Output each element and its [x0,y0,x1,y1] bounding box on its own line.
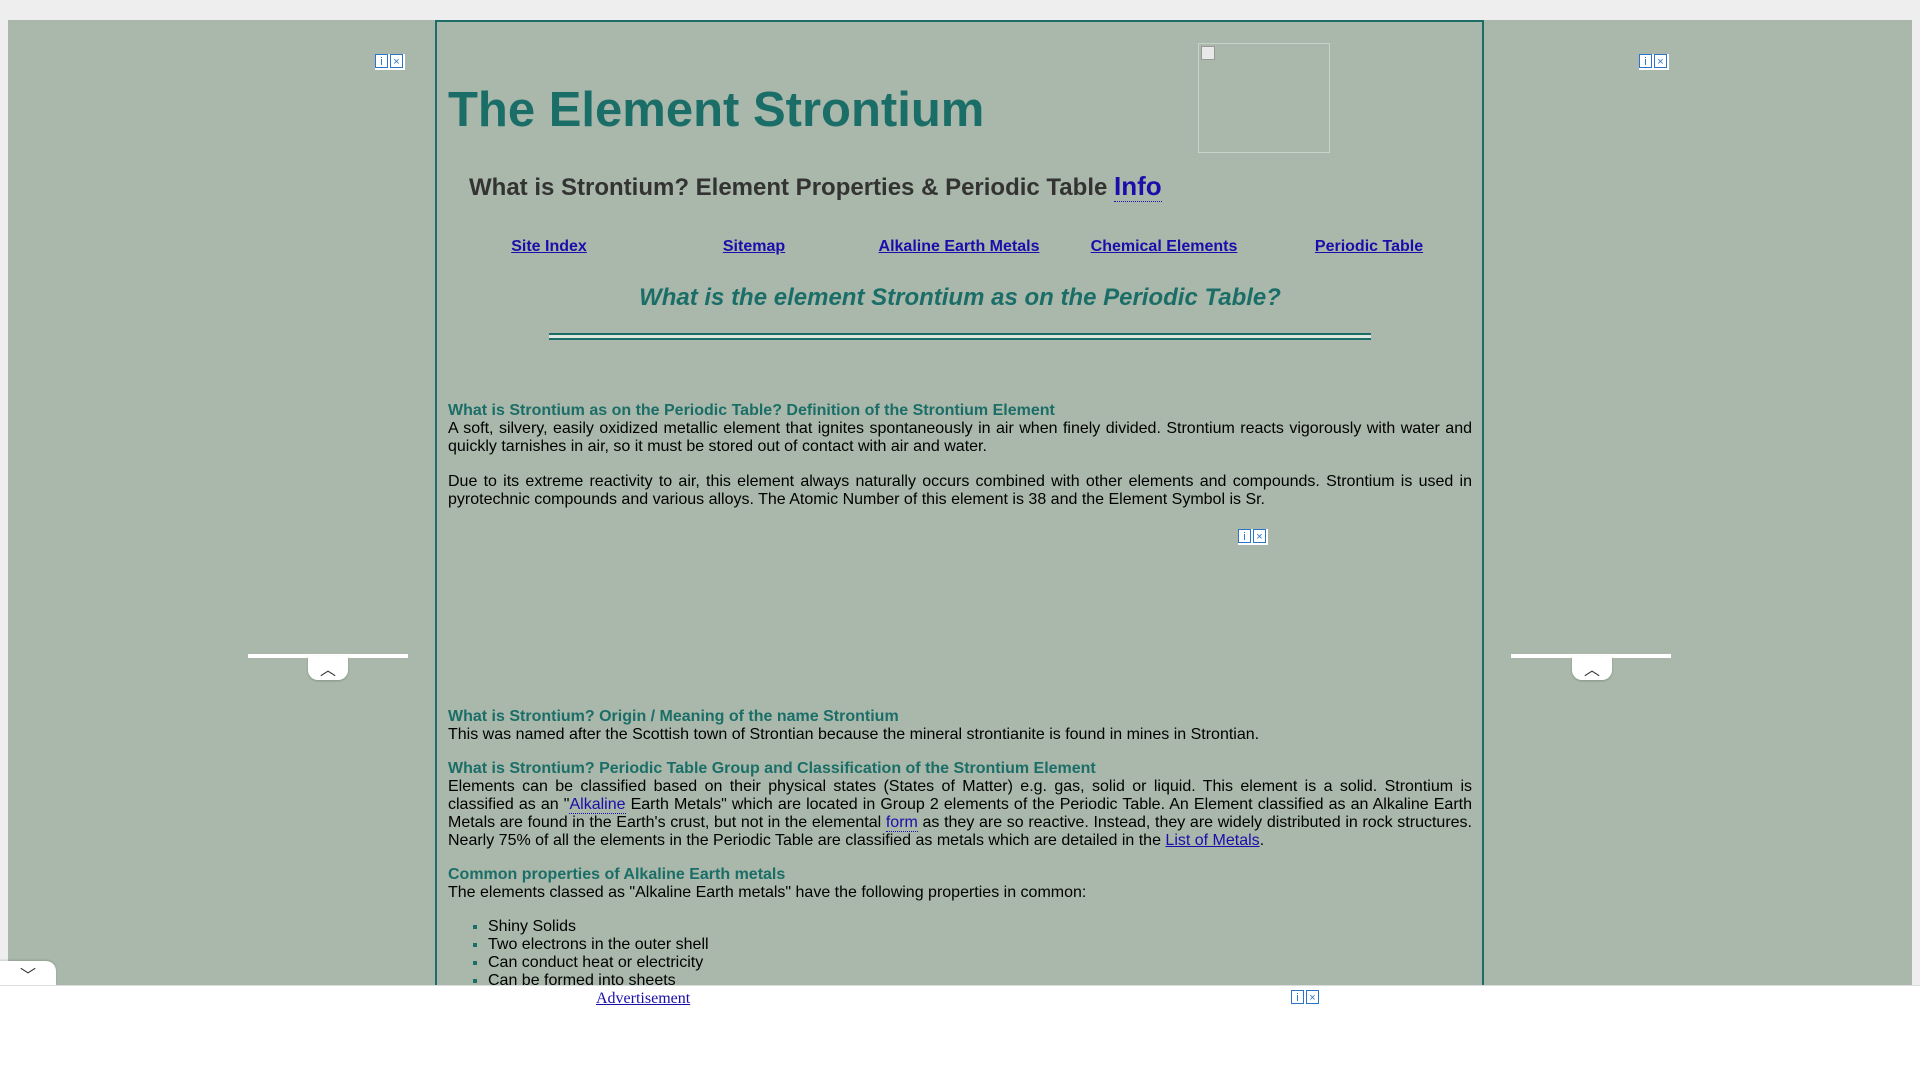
classification-paragraph: Elements can be classified based on thei… [448,778,1472,850]
origin-heading: What is Strontium? Origin / Meaning of t… [448,708,899,725]
chevron-down-icon: ﹀ [19,968,36,985]
chevron-up-icon: ︿ [1583,662,1600,679]
ad-close-icon[interactable]: × [1654,54,1667,68]
form-link[interactable]: form [885,814,918,832]
list-of-metals-link[interactable]: List of Metals [1165,832,1259,849]
list-item: Two electrons in the outer shell [488,936,1472,954]
common-properties-list: Shiny Solids Two electrons in the outer … [448,918,1472,990]
page-title: The Element Strontium [448,83,985,137]
origin-paragraph: This was named after the Scottish town o… [448,726,1260,743]
list-item: Can conduct heat or electricity [488,954,1472,972]
common-properties-section: Common properties of Alkaline Earth meta… [448,866,1472,990]
chevron-up-icon: ︿ [319,662,336,679]
info-link[interactable]: Info [1114,171,1162,202]
section-heading: What is the element Strontium as on the … [639,284,1281,311]
common-properties-intro: The elements classed as "Alkaline Earth … [448,884,1087,901]
advertisement-link[interactable]: Advertisement [596,990,690,1008]
definition-section: What is Strontium as on the Periodic Tab… [448,402,1472,509]
definition-paragraph-2: Due to its extreme reactivity to air, th… [448,473,1472,508]
side-ad-expand-left[interactable]: ︿ [308,656,348,680]
broken-image-icon [1201,46,1215,60]
classification-section: What is Strontium? Periodic Table Group … [448,760,1472,850]
subtitle-text: What is Strontium? Element Properties & … [469,174,1114,201]
origin-section: What is Strontium? Origin / Meaning of t… [448,708,1472,744]
horizontal-rule [549,333,1371,340]
page-subtitle: What is Strontium? Element Properties & … [469,171,1162,202]
definition-paragraph-1: A soft, silvery, easily oxidized metalli… [448,420,1472,455]
classification-text-4: . [1259,832,1265,849]
ad-info-icon[interactable]: i [1639,54,1652,68]
nav-site-index[interactable]: Site Index [511,238,587,256]
ad-info-icon[interactable]: i [1238,529,1251,543]
bottom-ad-collapse-button[interactable]: ﹀ [0,961,56,987]
ad-choices-bottom[interactable]: i × [1291,990,1321,1006]
ad-choices-inline[interactable]: i × [1238,529,1268,545]
ad-choices-right[interactable]: i × [1639,54,1669,70]
ad-close-icon[interactable]: × [1253,529,1266,543]
alkaline-link[interactable]: Alkaline [569,796,626,814]
broken-image [1198,43,1330,153]
classification-heading: What is Strontium? Periodic Table Group … [448,760,1096,777]
nav-alkaline-earth-metals[interactable]: Alkaline Earth Metals [879,238,1040,256]
nav-chemical-elements[interactable]: Chemical Elements [1091,238,1238,256]
ad-info-icon[interactable]: i [1291,990,1304,1004]
nav-periodic-table[interactable]: Periodic Table [1315,238,1423,256]
list-item: Shiny Solids [488,918,1472,936]
ad-close-icon[interactable]: × [1306,990,1319,1004]
ad-close-icon[interactable]: × [390,54,403,68]
definition-heading: What is Strontium as on the Periodic Tab… [448,402,1055,419]
top-nav: Site Index Sitemap Alkaline Earth Metals… [448,238,1472,258]
ad-choices-left[interactable]: i × [375,54,405,70]
side-ad-expand-right[interactable]: ︿ [1572,656,1612,680]
nav-sitemap[interactable]: Sitemap [723,238,785,256]
bottom-ad-banner: Advertisement i × [0,985,1920,1080]
ad-info-icon[interactable]: i [375,54,388,68]
common-properties-heading: Common properties of Alkaline Earth meta… [448,866,786,883]
